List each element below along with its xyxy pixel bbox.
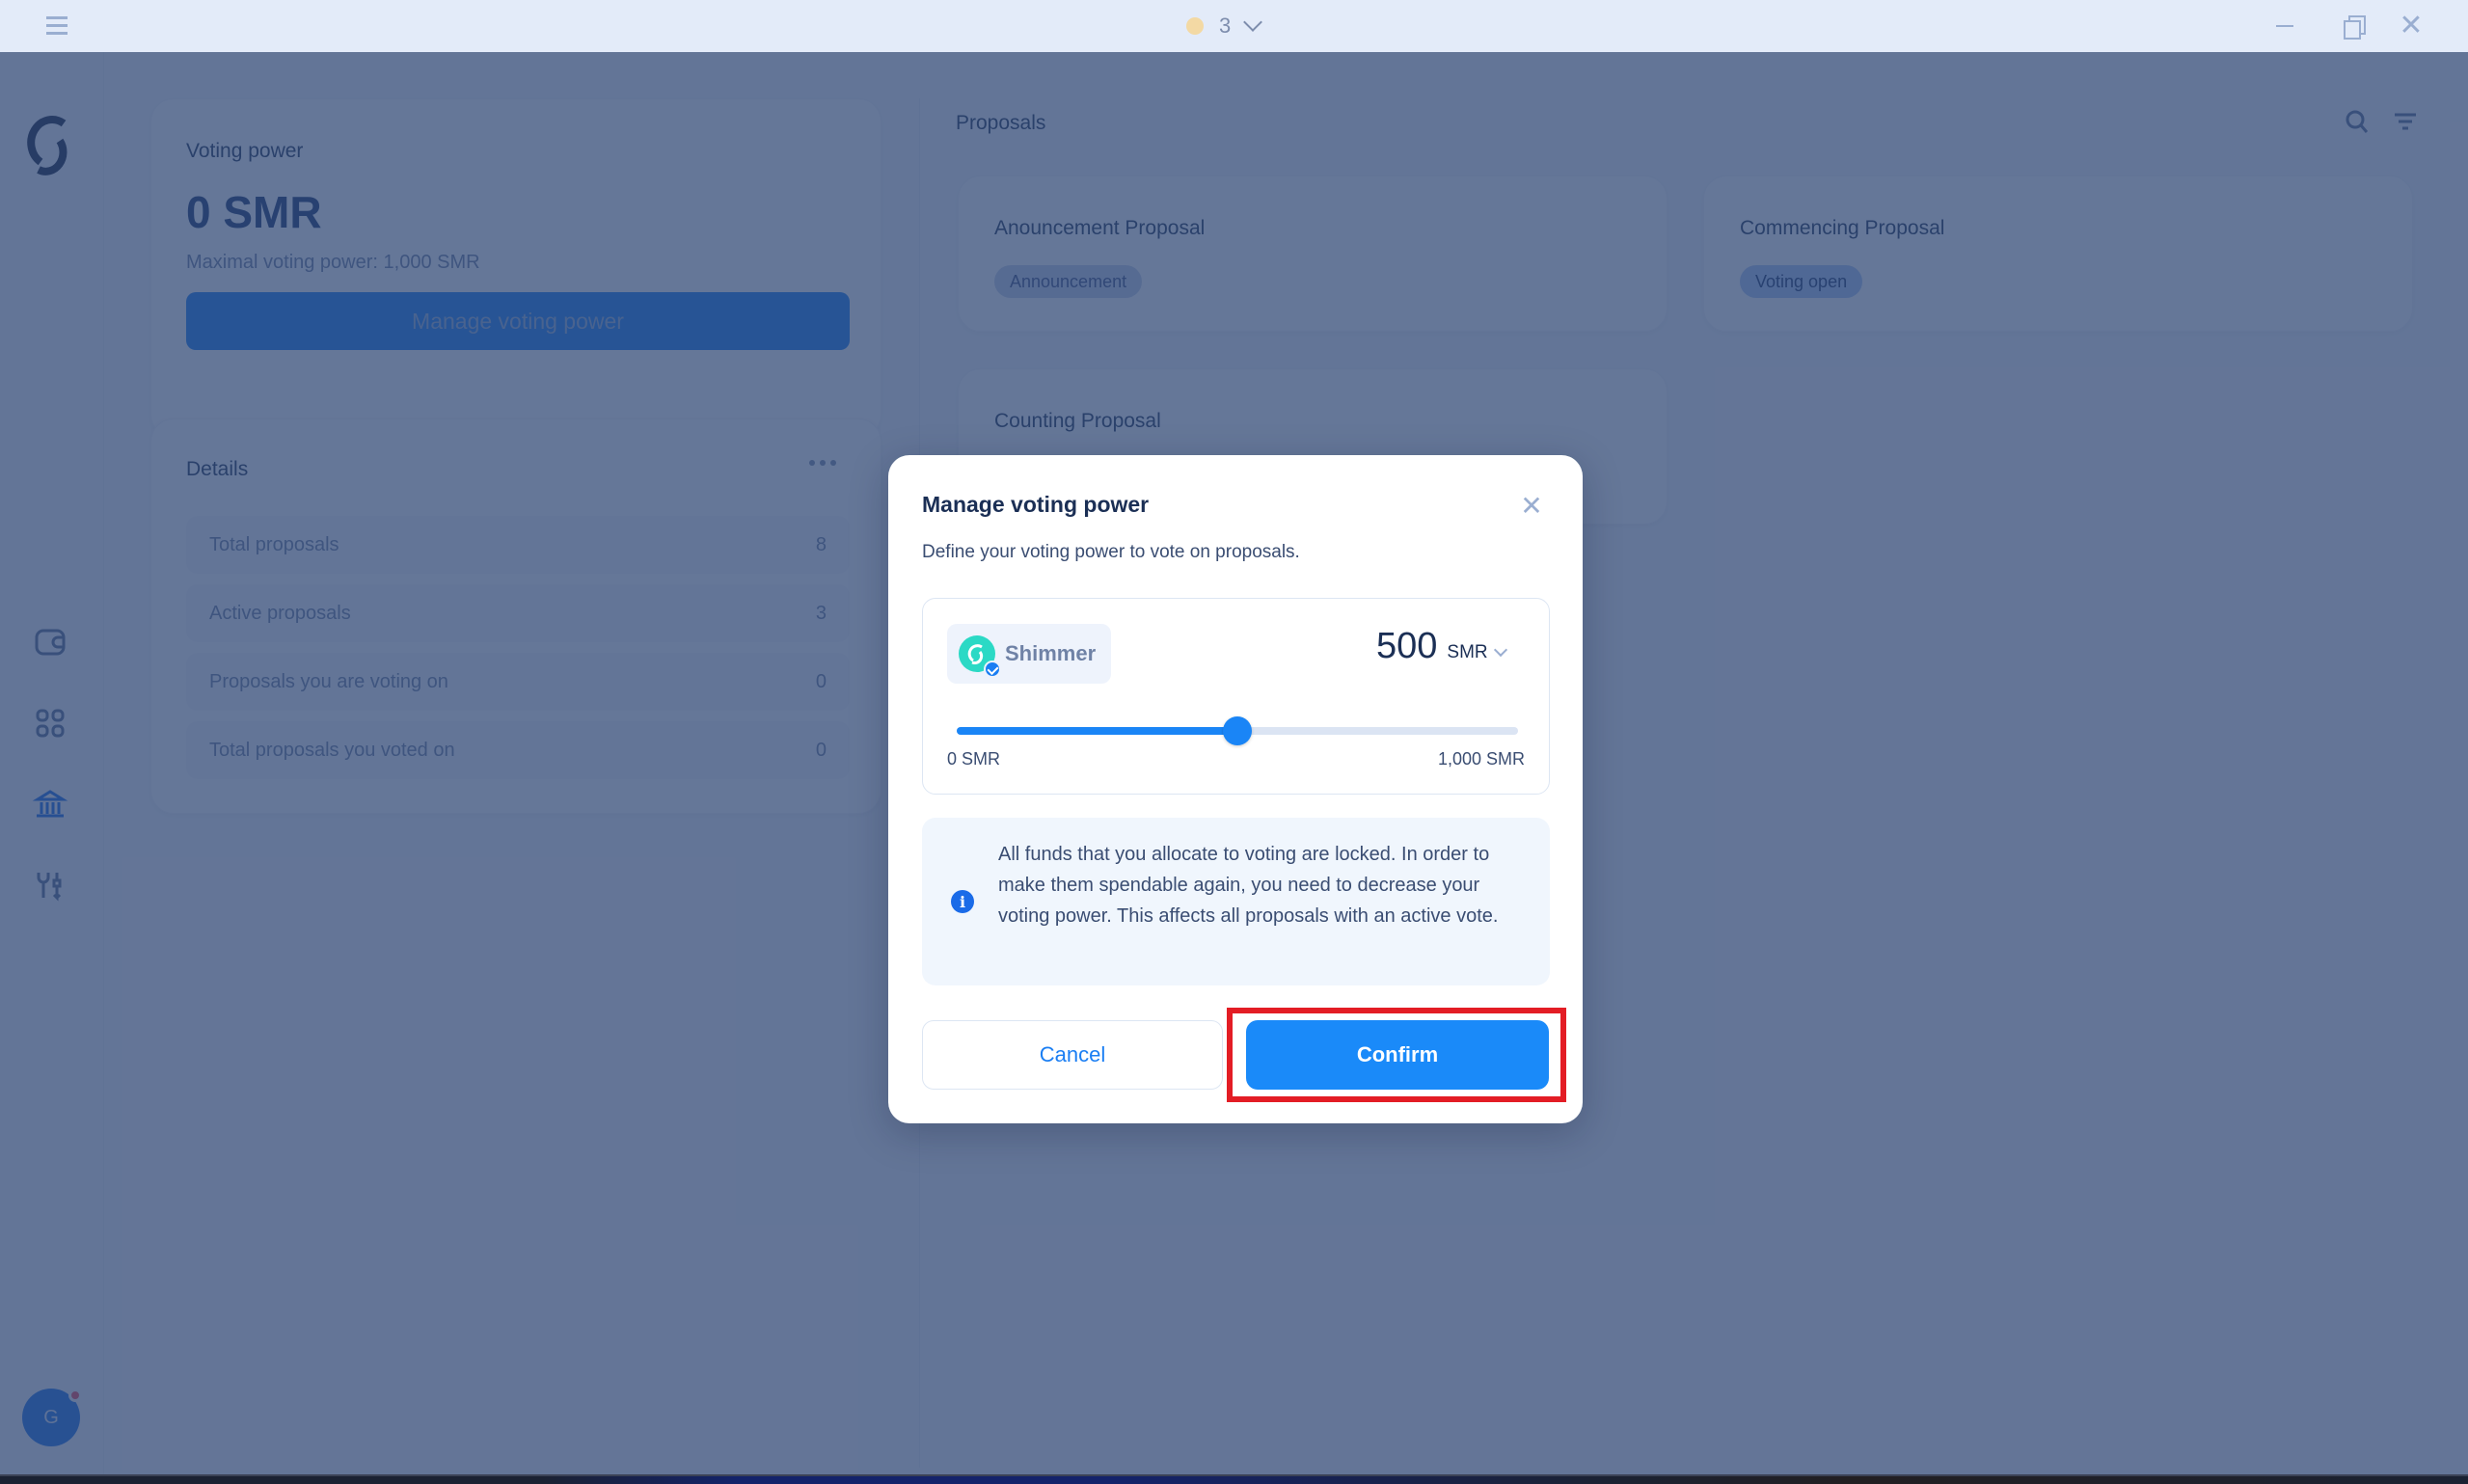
shimmer-token-icon bbox=[959, 635, 1001, 678]
slider-min-label: 0 SMR bbox=[947, 749, 1001, 769]
token-name: Shimmer bbox=[1005, 641, 1097, 665]
title-bar: 3 ✕ bbox=[0, 0, 2468, 52]
unit-label: SMR bbox=[1447, 642, 1488, 662]
minimize-button[interactable] bbox=[2268, 10, 2301, 42]
cancel-button[interactable]: Cancel bbox=[922, 1020, 1223, 1090]
activity-count: 3 bbox=[1219, 13, 1232, 38]
unit-selector[interactable]: SMR bbox=[1447, 642, 1507, 663]
info-icon: i bbox=[951, 890, 974, 913]
verified-badge-icon bbox=[984, 661, 1001, 678]
amount-value: 500 SMR bbox=[1376, 626, 1507, 667]
hamburger-menu-icon[interactable] bbox=[46, 13, 71, 38]
slider-max-label: 1,000 SMR bbox=[1437, 749, 1525, 769]
voting-power-slider[interactable] bbox=[957, 716, 1518, 745]
close-window-button[interactable]: ✕ bbox=[2395, 10, 2427, 42]
amount-input[interactable]: 500 bbox=[1376, 626, 1437, 667]
close-icon[interactable]: ✕ bbox=[1517, 492, 1546, 521]
manage-voting-power-dialog: Manage voting power ✕ Define your voting… bbox=[888, 455, 1583, 1123]
slider-handle[interactable] bbox=[1223, 716, 1252, 745]
dialog-title: Manage voting power bbox=[922, 492, 1150, 517]
dialog-subtitle: Define your voting power to vote on prop… bbox=[922, 542, 1300, 562]
chevron-down-icon bbox=[1243, 13, 1263, 32]
chevron-down-icon bbox=[1493, 642, 1507, 658]
confirm-button[interactable]: Confirm bbox=[1246, 1020, 1549, 1090]
slider-fill bbox=[957, 727, 1237, 735]
info-text: All funds that you allocate to voting ar… bbox=[998, 844, 1499, 927]
restore-button[interactable] bbox=[2337, 10, 2370, 42]
info-box: i All funds that you allocate to voting … bbox=[922, 818, 1550, 985]
activity-indicator[interactable]: 3 bbox=[1186, 12, 1263, 40]
status-dot-icon bbox=[1186, 17, 1204, 35]
os-taskbar bbox=[0, 1474, 2468, 1484]
token-selector[interactable]: Shimmer bbox=[947, 624, 1111, 684]
amount-input-box: Shimmer 500 SMR 0 SMR 1,000 SMR bbox=[922, 598, 1550, 795]
